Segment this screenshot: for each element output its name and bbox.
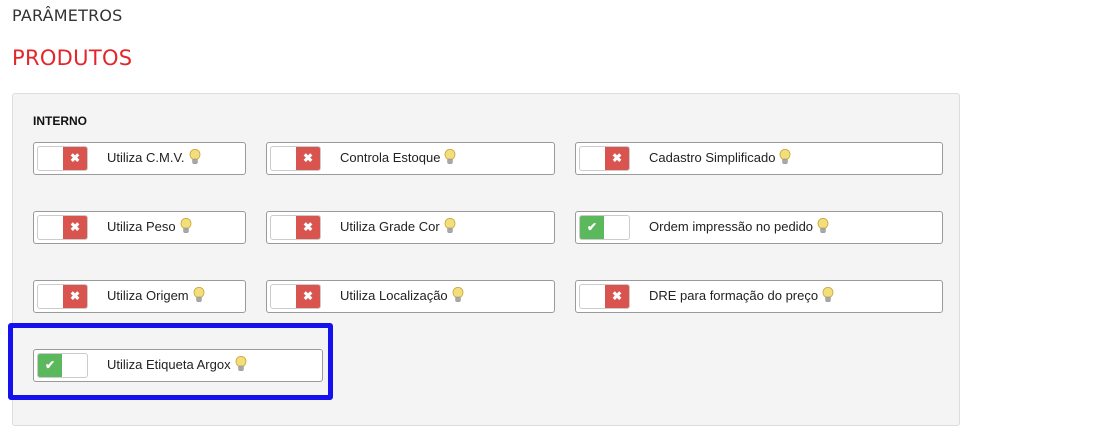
lightbulb-icon[interactable]: [822, 287, 834, 303]
toggle-switch[interactable]: ✖: [37, 215, 88, 240]
option-label: Utiliza Origem: [107, 288, 189, 303]
lightbulb-icon[interactable]: [193, 287, 205, 303]
option-label: Controla Estoque: [340, 150, 441, 165]
x-icon: ✖: [296, 216, 320, 239]
option-label: Ordem impressão no pedido: [649, 219, 814, 234]
toggle-switch[interactable]: ✔: [37, 353, 88, 378]
option-label: Utiliza Peso: [107, 219, 176, 234]
x-icon: ✖: [63, 216, 87, 239]
toggle-switch[interactable]: ✖: [37, 146, 88, 171]
option-label: Utiliza C.M.V.: [107, 150, 185, 165]
option-utiliza-etiqueta-argox[interactable]: ✔ Utiliza Etiqueta Argox: [33, 349, 323, 382]
option-label: Utiliza Etiqueta Argox: [107, 357, 231, 372]
option-label: Cadastro Simplificado: [649, 150, 776, 165]
check-icon: ✔: [38, 354, 62, 377]
option-utiliza-cmv[interactable]: ✖ Utiliza C.M.V.: [33, 142, 246, 175]
option-utiliza-peso[interactable]: ✖ Utiliza Peso: [33, 211, 246, 244]
option-dre-formacao-preco[interactable]: ✖ DRE para formação do preço: [575, 280, 943, 313]
lightbulb-icon[interactable]: [817, 218, 829, 234]
toggle-switch[interactable]: ✖: [270, 146, 321, 171]
option-utiliza-origem[interactable]: ✖ Utiliza Origem: [33, 280, 246, 313]
option-label: Utiliza Grade Cor: [340, 219, 440, 234]
option-label: DRE para formação do preço: [649, 288, 819, 303]
page-heading: PARÂMETROS: [12, 6, 123, 25]
toggle-switch[interactable]: ✖: [270, 215, 321, 240]
toggle-switch[interactable]: ✔: [579, 215, 630, 240]
check-icon: ✔: [580, 216, 604, 239]
lightbulb-icon[interactable]: [235, 356, 247, 372]
lightbulb-icon[interactable]: [452, 287, 464, 303]
option-utiliza-localizacao[interactable]: ✖ Utiliza Localização: [266, 280, 555, 313]
option-utiliza-grade-cor[interactable]: ✖ Utiliza Grade Cor: [266, 211, 555, 244]
lightbulb-icon[interactable]: [180, 218, 192, 234]
option-label: Utiliza Localização: [340, 288, 448, 303]
x-icon: ✖: [605, 147, 629, 170]
option-controla-estoque[interactable]: ✖ Controla Estoque: [266, 142, 555, 175]
option-ordem-impressao[interactable]: ✔ Ordem impressão no pedido: [575, 211, 943, 244]
lightbulb-icon[interactable]: [444, 218, 456, 234]
lightbulb-icon[interactable]: [779, 149, 791, 165]
x-icon: ✖: [63, 147, 87, 170]
x-icon: ✖: [63, 285, 87, 308]
toggle-switch[interactable]: ✖: [37, 284, 88, 309]
lightbulb-icon[interactable]: [189, 149, 201, 165]
x-icon: ✖: [296, 147, 320, 170]
parameters-panel: INTERNO ✖ Utiliza C.M.V. ✖ Controla Esto…: [12, 93, 960, 426]
lightbulb-icon[interactable]: [444, 149, 456, 165]
toggle-switch[interactable]: ✖: [579, 146, 630, 171]
x-icon: ✖: [605, 285, 629, 308]
group-label: INTERNO: [33, 114, 87, 128]
x-icon: ✖: [296, 285, 320, 308]
section-title: PRODUTOS: [12, 46, 133, 70]
option-cadastro-simplificado[interactable]: ✖ Cadastro Simplificado: [575, 142, 943, 175]
toggle-switch[interactable]: ✖: [270, 284, 321, 309]
toggle-switch[interactable]: ✖: [579, 284, 630, 309]
